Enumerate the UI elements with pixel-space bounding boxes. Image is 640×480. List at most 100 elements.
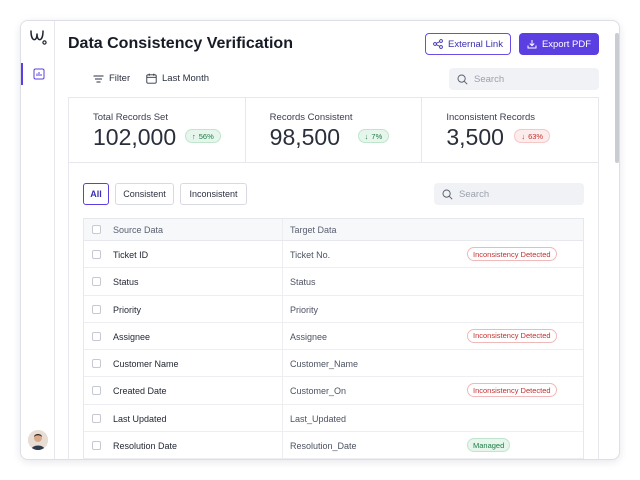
stat-value: 98,500	[269, 124, 341, 150]
stat-change: 56%	[198, 131, 214, 141]
target-cell: Assignee	[290, 331, 328, 342]
table-search	[434, 183, 584, 205]
column-divider	[282, 322, 283, 350]
stat-change-badge: ↓ 7%	[357, 129, 390, 143]
source-cell: Ticket ID	[113, 250, 149, 260]
target-cell: Ticket No.	[290, 250, 331, 260]
sidebar-item-analytics[interactable]	[21, 63, 55, 85]
avatar-image	[28, 430, 48, 450]
table-row[interactable]: Resolution Date Resolution_Date Managed	[84, 432, 583, 459]
row-checkbox[interactable]	[92, 304, 101, 314]
column-divider	[282, 432, 283, 459]
data-table: Source Data Target Data Ticket ID Ticket …	[83, 218, 584, 459]
brand-logo-icon	[30, 30, 47, 45]
source-cell: Last Updated	[113, 413, 167, 424]
chart-icon	[33, 68, 45, 80]
tab-inconsistent[interactable]: Inconsistent	[180, 183, 247, 205]
row-checkbox[interactable]	[92, 331, 101, 341]
export-pdf-button[interactable]: Export PDF	[519, 33, 599, 55]
stat-value: 102,000	[93, 124, 177, 150]
date-range-label: Last Month	[162, 73, 209, 84]
table-row[interactable]: Last Updated Last_Updated	[84, 404, 583, 433]
column-divider	[282, 404, 283, 432]
external-link-button[interactable]: External Link	[425, 33, 511, 55]
row-checkbox[interactable]	[92, 359, 101, 369]
row-checkbox[interactable]	[92, 277, 101, 287]
select-all-checkbox[interactable]	[92, 225, 101, 234]
stat-value: 3,500	[446, 124, 504, 150]
table-body: Ticket ID Ticket No. Inconsistency Detecte…	[84, 241, 583, 459]
filter-label: Filter	[109, 73, 131, 84]
source-cell: Resolution Date	[113, 441, 178, 452]
search-icon	[457, 74, 468, 85]
target-cell: Status	[290, 277, 316, 288]
table-row[interactable]: Customer Name Customer_Name	[84, 350, 583, 378]
filter-button[interactable]: Filter	[93, 73, 130, 84]
table-search-input[interactable]	[459, 188, 569, 200]
source-cell: Priority	[113, 304, 142, 315]
arrow-down-icon: ↓	[364, 131, 369, 141]
stat-label: Records Consistent	[269, 112, 353, 123]
avatar[interactable]	[28, 430, 48, 450]
tab-consistent[interactable]: Consistent	[115, 183, 174, 205]
source-cell: Created Date	[113, 386, 167, 397]
top-search	[449, 68, 599, 90]
column-header-target: Target Data	[290, 225, 337, 235]
main-content: Data Consistency Verification External L…	[55, 21, 619, 459]
column-divider	[282, 241, 283, 268]
arrow-up-icon: ↑	[192, 131, 196, 141]
date-range-button[interactable]: Last Month	[146, 73, 209, 84]
source-cell: Customer Name	[113, 359, 179, 370]
download-icon	[527, 40, 537, 49]
status-badge: Inconsistency Detected	[467, 328, 557, 343]
external-link-label: External Link	[448, 38, 503, 50]
column-divider	[282, 219, 283, 240]
scrollbar[interactable]	[615, 33, 619, 163]
export-pdf-label: Export PDF	[541, 38, 592, 50]
status-badge: Inconsistency Detected	[467, 247, 557, 261]
stat-change-badge: ↑ 56%	[185, 129, 221, 143]
table-row[interactable]: Assignee Assignee Inconsistency Detected	[84, 322, 583, 351]
stat-inconsistent-records: Inconsistent Records 3,500 ↓ 63%	[422, 98, 598, 162]
table-header: Source Data Target Data	[84, 219, 583, 241]
stat-label: Total Records Set	[93, 112, 168, 123]
column-divider	[282, 268, 283, 295]
status-badge: Managed	[467, 438, 511, 453]
filter-icon	[93, 75, 104, 82]
search-icon	[442, 189, 453, 200]
row-checkbox[interactable]	[92, 441, 101, 451]
column-divider	[282, 377, 283, 404]
source-cell: Assignee	[113, 331, 151, 342]
source-cell: Status	[113, 277, 139, 288]
table-row[interactable]: Priority Priority	[84, 295, 583, 323]
app-window: Data Consistency Verification External L…	[20, 20, 620, 460]
column-divider	[282, 295, 283, 322]
stat-total-records: Total Records Set 102,000 ↑ 56%	[69, 98, 246, 162]
arrow-down-icon: ↓	[521, 131, 526, 141]
stat-change: 63%	[528, 131, 544, 141]
column-header-source: Source Data	[113, 225, 164, 235]
row-checkbox[interactable]	[92, 250, 101, 259]
stat-change: 7%	[371, 131, 383, 141]
row-checkbox[interactable]	[92, 386, 101, 396]
target-cell: Customer_On	[290, 386, 347, 397]
search-input[interactable]	[474, 73, 584, 85]
tab-all[interactable]: All	[83, 183, 109, 205]
stat-label: Inconsistent Records	[446, 112, 536, 123]
target-cell: Resolution_Date	[290, 441, 357, 452]
target-cell: Priority	[290, 304, 319, 315]
stat-consistent-records: Records Consistent 98,500 ↓ 7%	[246, 98, 423, 162]
target-cell: Customer_Name	[290, 359, 359, 370]
share-icon	[433, 39, 443, 49]
target-cell: Last_Updated	[290, 413, 347, 424]
table-row[interactable]: Ticket ID Ticket No. Inconsistency Detecte…	[84, 241, 583, 269]
column-divider	[282, 350, 283, 377]
stat-change-badge: ↓ 63%	[514, 129, 551, 143]
sidebar	[21, 21, 55, 459]
calendar-icon	[146, 73, 157, 84]
table-row[interactable]: Status Status	[84, 268, 583, 296]
page-title: Data Consistency Verification	[68, 35, 293, 52]
row-checkbox[interactable]	[92, 413, 101, 423]
table-row[interactable]: Created Date Customer_On Inconsistency Det…	[84, 377, 583, 405]
stats-row: Total Records Set 102,000 ↑ 56% Records …	[69, 98, 598, 163]
